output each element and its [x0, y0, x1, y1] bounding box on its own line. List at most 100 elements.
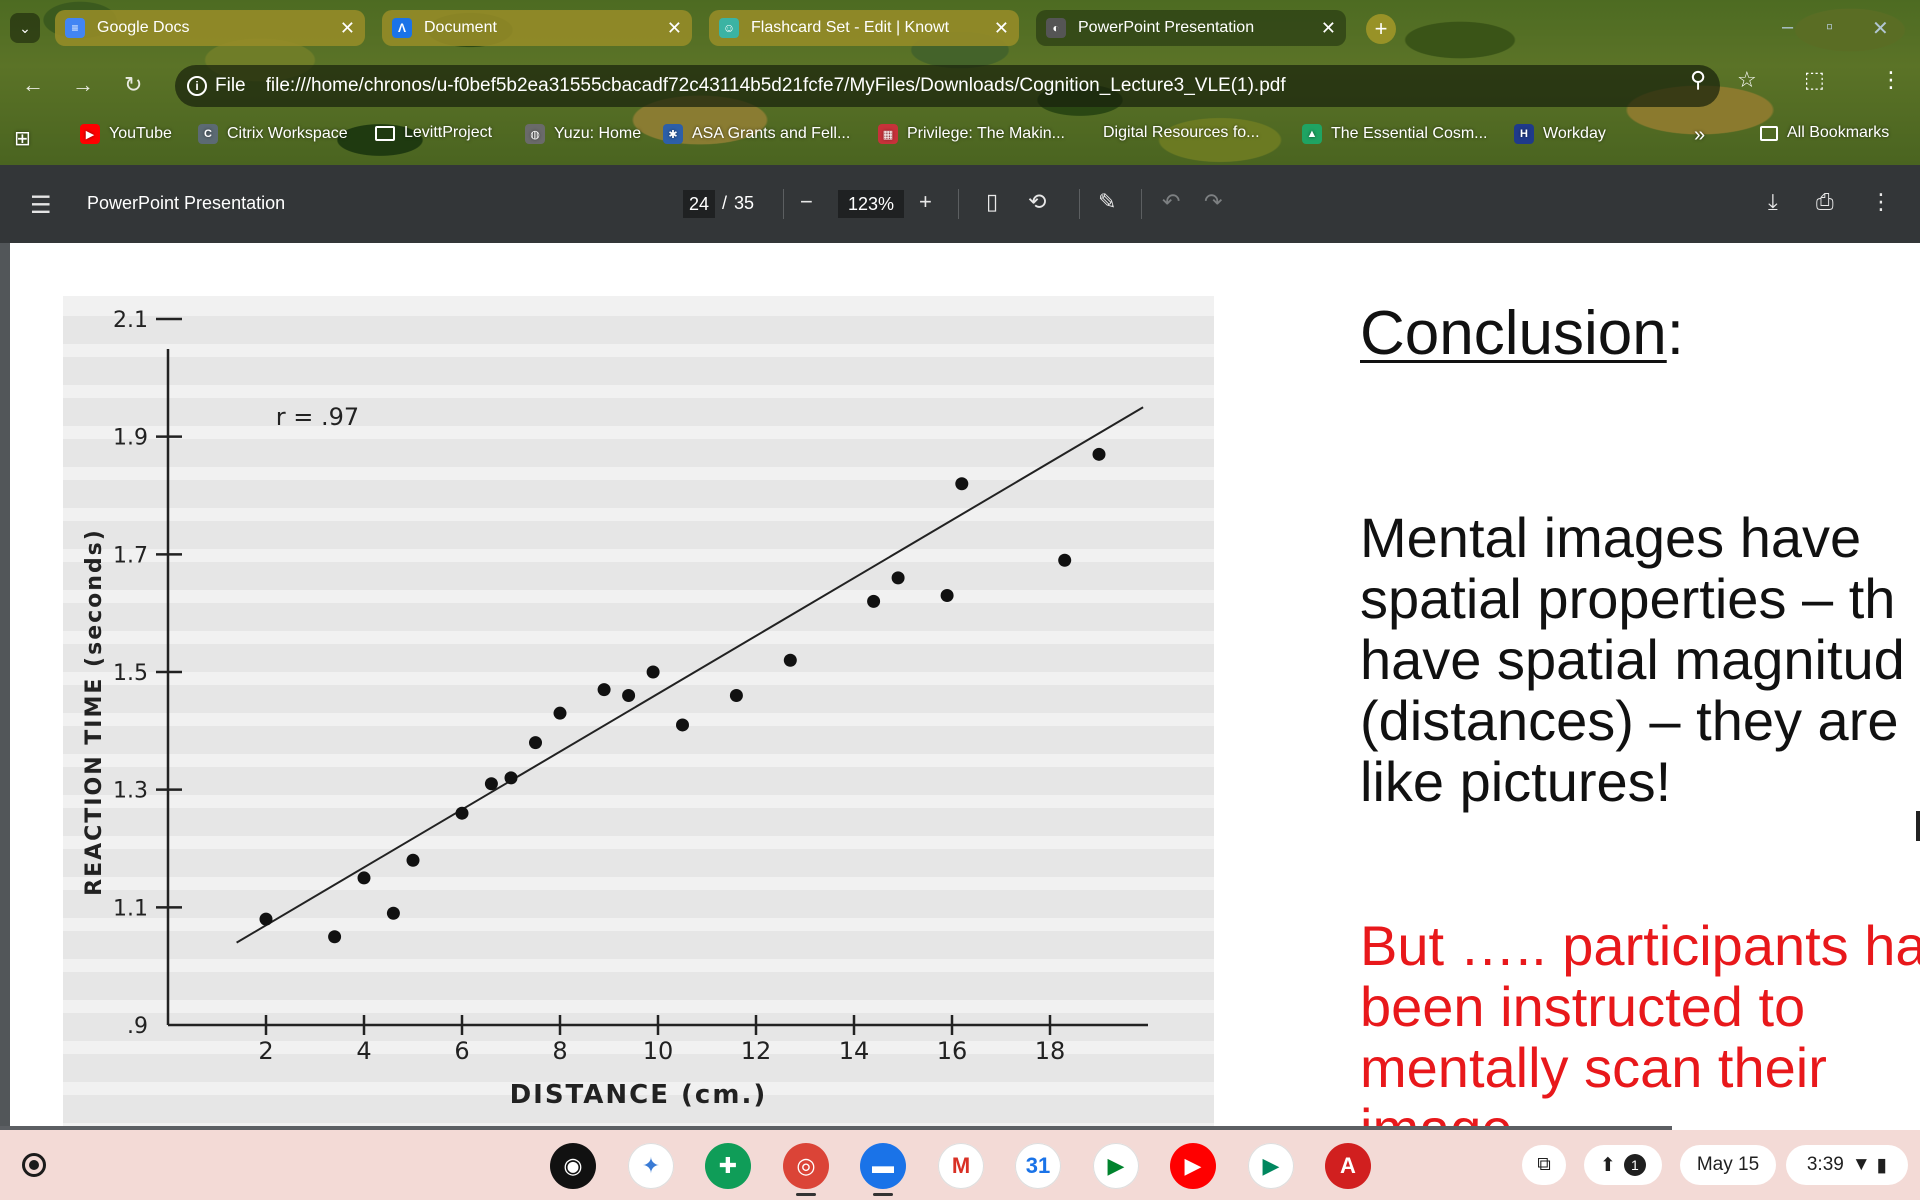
date-tray[interactable]: May 15: [1680, 1145, 1776, 1185]
address-url[interactable]: file:///home/chronos/u-f0bef5b2ea31555cb…: [266, 75, 1286, 97]
holding-space-icon[interactable]: ⧉: [1522, 1145, 1566, 1185]
bookmarks-overflow-button[interactable]: »: [1694, 124, 1705, 147]
gmail-app-icon[interactable]: M: [938, 1143, 984, 1189]
data-point: [504, 771, 518, 785]
reload-icon[interactable]: ↻: [124, 72, 142, 98]
new-tab-button[interactable]: +: [1366, 14, 1396, 44]
data-point: [386, 906, 400, 920]
close-window-icon[interactable]: ✕: [1872, 16, 1889, 41]
asa-icon: ✱: [663, 124, 683, 144]
back-icon[interactable]: ←: [22, 72, 44, 98]
print-icon[interactable]: ⎙: [1816, 189, 1834, 215]
meet-app-icon[interactable]: ▶: [1093, 1143, 1139, 1189]
data-point: [676, 718, 689, 732]
data-point: [646, 665, 660, 679]
drive-icon: ▲: [1302, 124, 1322, 144]
bookmark-item[interactable]: H Workday: [1514, 124, 1606, 144]
bookmark-item[interactable]: LevittProject: [375, 124, 492, 142]
x-tick-label: 10: [643, 1037, 674, 1065]
acrobat-app-icon[interactable]: A: [1325, 1143, 1371, 1189]
more-options-icon[interactable]: ⋮: [1870, 189, 1892, 215]
apps-grid-icon[interactable]: ⊞: [14, 126, 31, 151]
launcher-icon[interactable]: [22, 1153, 46, 1177]
undo-icon[interactable]: ↶: [1162, 189, 1180, 215]
files-app-icon[interactable]: ▬: [860, 1143, 906, 1189]
slide-heading-text: Conclusion: [1360, 299, 1667, 368]
data-point: [729, 689, 743, 703]
tab-close-icon[interactable]: ✕: [1321, 18, 1336, 39]
redo-icon[interactable]: ↷: [1204, 189, 1222, 215]
extensions-icon[interactable]: ⬚: [1804, 67, 1825, 93]
battery-icon: ▮: [1876, 1154, 1888, 1176]
bookmark-item[interactable]: ◍ Yuzu: Home: [525, 124, 641, 144]
docs-icon: ≡: [65, 18, 85, 38]
tab-search-chevron-icon[interactable]: ⌄: [10, 13, 40, 43]
youtube-app-icon[interactable]: ▶: [1170, 1143, 1216, 1189]
bookmark-item[interactable]: ▶ YouTube: [80, 124, 172, 144]
data-point: [783, 653, 797, 667]
tab-1[interactable]: ≡ Google Docs ✕: [55, 10, 365, 46]
zoom-level-input[interactable]: 123%: [838, 190, 904, 218]
forward-icon[interactable]: →: [72, 72, 94, 98]
tab-4[interactable]: ◐ PowerPoint Presentation ✕: [1036, 10, 1346, 46]
bookmark-item[interactable]: C Citrix Workspace: [198, 124, 348, 144]
maximize-icon[interactable]: ▫: [1826, 16, 1833, 39]
rotate-icon[interactable]: ⟲: [1028, 189, 1046, 215]
gemini-app-icon[interactable]: ✦: [628, 1143, 674, 1189]
bookmark-label: ASA Grants and Fell...: [692, 125, 851, 142]
x-tick-label: 16: [937, 1037, 968, 1065]
zoom-out-button[interactable]: −: [800, 189, 813, 215]
update-icon: ⬆: [1600, 1154, 1616, 1176]
x-axis-label: DISTANCE (cm.): [510, 1080, 768, 1110]
fit-to-page-icon[interactable]: ▯: [986, 189, 998, 215]
workspace-app-icon[interactable]: ✚: [705, 1143, 751, 1189]
bookmark-label: Workday: [1543, 125, 1606, 142]
sidebar-menu-icon[interactable]: ☰: [30, 191, 52, 220]
tab-close-icon[interactable]: ✕: [667, 18, 682, 39]
bookmark-item[interactable]: ✱ ASA Grants and Fell...: [663, 124, 850, 144]
youtube-icon: ▶: [80, 124, 100, 144]
running-indicator: [873, 1193, 893, 1196]
zoom-in-button[interactable]: +: [919, 189, 932, 215]
calendar-app-icon[interactable]: 31: [1015, 1143, 1061, 1189]
slide-caveat-line: But ….. participants ha: [1360, 914, 1920, 977]
citrix-icon: C: [198, 124, 218, 144]
site-info-icon[interactable]: i: [187, 76, 207, 96]
notification-count: 1: [1623, 1154, 1646, 1176]
notification-tray[interactable]: ⬆ 1: [1584, 1145, 1662, 1185]
annotate-icon[interactable]: ✎: [1098, 189, 1116, 215]
x-tick-label: 14: [839, 1037, 870, 1065]
correlation-annotation: r = .97: [276, 403, 359, 431]
page-total: 35: [734, 193, 755, 213]
bookmark-item[interactable]: Digital Resources fo...: [1103, 124, 1260, 142]
pdf-document-title: PowerPoint Presentation: [87, 193, 286, 213]
podcasts-app-icon[interactable]: ◉: [550, 1143, 596, 1189]
data-point: [406, 853, 420, 867]
all-bookmarks-label: All Bookmarks: [1787, 124, 1890, 141]
play-store-app-icon[interactable]: ▶: [1248, 1143, 1294, 1189]
slide-body-line: spatial properties – th: [1360, 567, 1896, 630]
bookmark-label: YouTube: [109, 125, 172, 142]
data-point: [357, 871, 371, 885]
tab-close-icon[interactable]: ✕: [994, 18, 1009, 39]
tab-3[interactable]: ☺ Flashcard Set - Edit | Knowt ✕: [709, 10, 1019, 46]
y-axis-label: REACTION TIME (seconds): [82, 528, 107, 896]
chrome-menu-icon[interactable]: ⋮: [1880, 67, 1902, 93]
download-icon[interactable]: ⤓: [1768, 189, 1778, 215]
bookmark-item[interactable]: ▲ The Essential Cosm...: [1302, 124, 1488, 144]
chrome-app-icon[interactable]: ◎: [783, 1143, 829, 1189]
toolbar-divider: [783, 189, 784, 219]
page-number-input[interactable]: 24: [683, 190, 715, 218]
folder-icon: [1760, 125, 1778, 141]
tab-2[interactable]: Λ Document ✕: [382, 10, 692, 46]
minimize-icon[interactable]: –: [1782, 16, 1793, 39]
address-bar[interactable]: i File file:///home/chronos/u-f0bef5b2ea…: [175, 65, 1720, 107]
bookmark-item[interactable]: ▦ Privilege: The Makin...: [878, 124, 1065, 144]
bookmark-label: Yuzu: Home: [554, 125, 642, 142]
zoom-lens-icon[interactable]: ⚲: [1690, 67, 1706, 93]
status-tray[interactable]: 3:39 ▼ ▮: [1786, 1145, 1908, 1185]
tab-close-icon[interactable]: ✕: [340, 18, 355, 39]
all-bookmarks-button[interactable]: All Bookmarks: [1760, 124, 1889, 142]
slide-caveat-line: been instructed to: [1360, 975, 1806, 1038]
bookmark-star-icon[interactable]: ☆: [1737, 67, 1757, 93]
